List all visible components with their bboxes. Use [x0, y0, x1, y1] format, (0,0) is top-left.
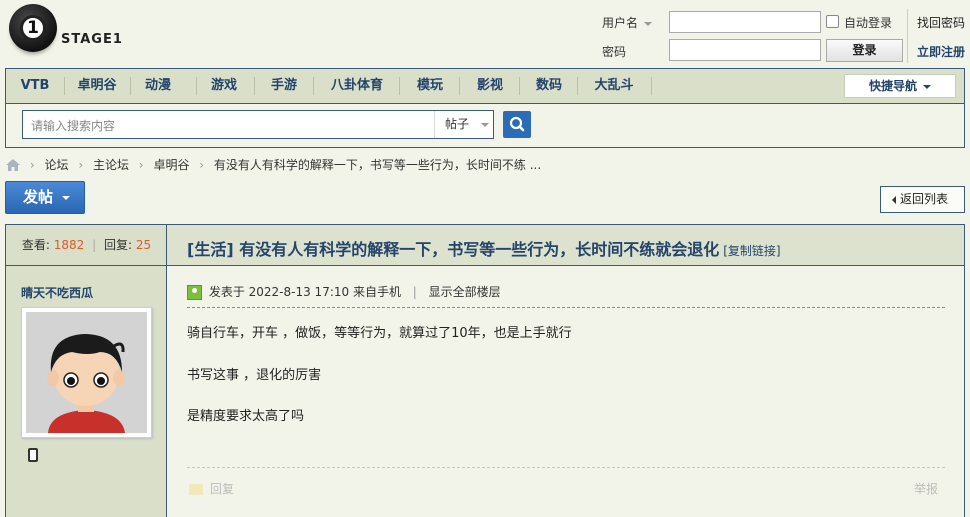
breadcrumb-forum[interactable]: 论坛 [44, 158, 68, 172]
breadcrumb-board[interactable]: 卓明谷 [153, 158, 189, 172]
nav-item-film[interactable]: 影视 [468, 69, 512, 103]
author-name[interactable]: 晴天不吃西瓜 [21, 284, 93, 301]
nav-item-digital[interactable]: 数码 [527, 69, 571, 103]
post-date: 发表于 2022-8-13 17:10 来自手机 [208, 285, 401, 299]
nav-divider [313, 77, 314, 95]
post-meta: 发表于 2022-8-13 17:10 来自手机 | 显示全部楼层 [187, 283, 501, 300]
author-sidebar: 查看: 1882 | 回复: 25 晴天不吃西瓜 [6, 225, 167, 517]
site-header: 1 STAGE1 用户名 自动登录 密码 登录 找回密码 立即注册 [0, 0, 970, 68]
reply-icon [189, 484, 203, 495]
report-button[interactable]: 举报 [914, 480, 938, 497]
nav-divider [651, 77, 652, 95]
navigation-box: VTB 卓明谷 动漫 游戏 手游 八卦体育 模玩 影视 数码 大乱斗 快捷导航 … [5, 68, 965, 148]
site-logo[interactable]: 1 STAGE1 [6, 4, 146, 56]
thread-stats: 查看: 1882 | 回复: 25 [6, 225, 167, 266]
logo-text: STAGE1 [61, 32, 123, 47]
post-content-line: 书写这事 ，退化的厉害 [187, 368, 322, 383]
chevron-down-icon [62, 195, 71, 200]
back-to-list-button[interactable]: 返回列表 [880, 186, 965, 213]
avatar-image [26, 312, 147, 433]
search-button[interactable] [503, 111, 531, 138]
password-label: 密码 [602, 45, 627, 59]
nav-item-brawl[interactable]: 大乱斗 [584, 69, 644, 103]
nav-divider [519, 77, 520, 95]
copy-link-button[interactable]: [复制链接] [723, 244, 780, 258]
nav-divider [196, 77, 197, 95]
find-password-link[interactable]: 找回密码 [917, 14, 965, 31]
reply-count: 25 [135, 238, 152, 252]
header-divider [907, 9, 908, 63]
nav-item-anime[interactable]: 动漫 [136, 69, 180, 103]
breadcrumb: › 论坛 › 主论坛 › 卓明谷 › 有没有人有科学的解释一下，书写等一些行为，… [6, 156, 541, 173]
post-content-line: 是精度要求太高了吗 [187, 409, 305, 424]
avatar[interactable] [21, 307, 152, 438]
auto-login-checkbox[interactable] [826, 15, 839, 28]
new-post-button[interactable]: 发帖 [5, 181, 85, 214]
register-link[interactable]: 立即注册 [917, 43, 965, 60]
nav-item-vtb[interactable]: VTB [12, 69, 58, 103]
password-input[interactable] [669, 39, 821, 61]
nav-divider [64, 77, 65, 95]
show-all-floors-link[interactable]: 显示全部楼层 [429, 285, 501, 299]
nav-item-gossip-sports[interactable]: 八卦体育 [322, 69, 392, 103]
nav-item-mobile-games[interactable]: 手游 [262, 69, 306, 103]
search-icon [509, 116, 525, 132]
nav-item-games[interactable]: 游戏 [202, 69, 246, 103]
nav-divider [130, 77, 131, 95]
home-icon[interactable] [6, 158, 20, 171]
nav-divider [577, 77, 578, 95]
nav-item-zhuomingu[interactable]: 卓明谷 [70, 69, 124, 103]
chevron-down-icon [644, 21, 653, 26]
nav-item-models[interactable]: 模玩 [408, 69, 452, 103]
auto-login-label[interactable]: 自动登录 [844, 14, 892, 31]
breadcrumb-thread[interactable]: 有没有人有科学的解释一下，书写等一些行为，长时间不练 ... [214, 158, 541, 172]
view-count: 1882 [53, 238, 85, 252]
search-input[interactable]: 请输入搜索内容 [31, 117, 115, 134]
thread-title-bar: [生活] 有没有人有科学的解释一下，书写等一些行为，长时间不练就会退化 [复制链接… [167, 225, 964, 266]
nav-divider [459, 77, 460, 95]
post-content-line: 骑自行车，开车 ，做饭，等等行为，就算过了10年，也是上手就行 [187, 326, 572, 341]
main-navbar: VTB 卓明谷 动漫 游戏 手游 八卦体育 模玩 影视 数码 大乱斗 快捷导航 [6, 69, 964, 104]
username-label[interactable]: 用户名 [602, 14, 653, 31]
logo-icon: 1 [9, 4, 57, 52]
chevron-down-icon [923, 84, 931, 89]
quick-nav-button[interactable]: 快捷导航 [844, 74, 956, 98]
footer-divider [187, 467, 945, 468]
thread-container: 查看: 1882 | 回复: 25 晴天不吃西瓜 [生活] 有没有人有科学的解释… [5, 224, 965, 517]
login-button[interactable]: 登录 [826, 39, 903, 62]
username-input[interactable] [669, 11, 821, 33]
nav-divider [399, 77, 400, 95]
nav-divider [254, 77, 255, 95]
mobile-device-icon [28, 448, 38, 462]
breadcrumb-main-forum[interactable]: 主论坛 [93, 158, 129, 172]
thread-title: [生活] 有没有人有科学的解释一下，书写等一些行为，长时间不练就会退化 [复制链接… [187, 240, 781, 259]
search-type-select[interactable]: 帖子 [434, 111, 494, 138]
meta-divider [187, 307, 945, 308]
search-box: 请输入搜索内容 帖子 [22, 110, 494, 139]
chevron-left-icon [892, 195, 896, 204]
online-status-icon [187, 285, 202, 300]
reply-button[interactable]: 回复 [189, 480, 234, 497]
chevron-down-icon [481, 122, 490, 127]
